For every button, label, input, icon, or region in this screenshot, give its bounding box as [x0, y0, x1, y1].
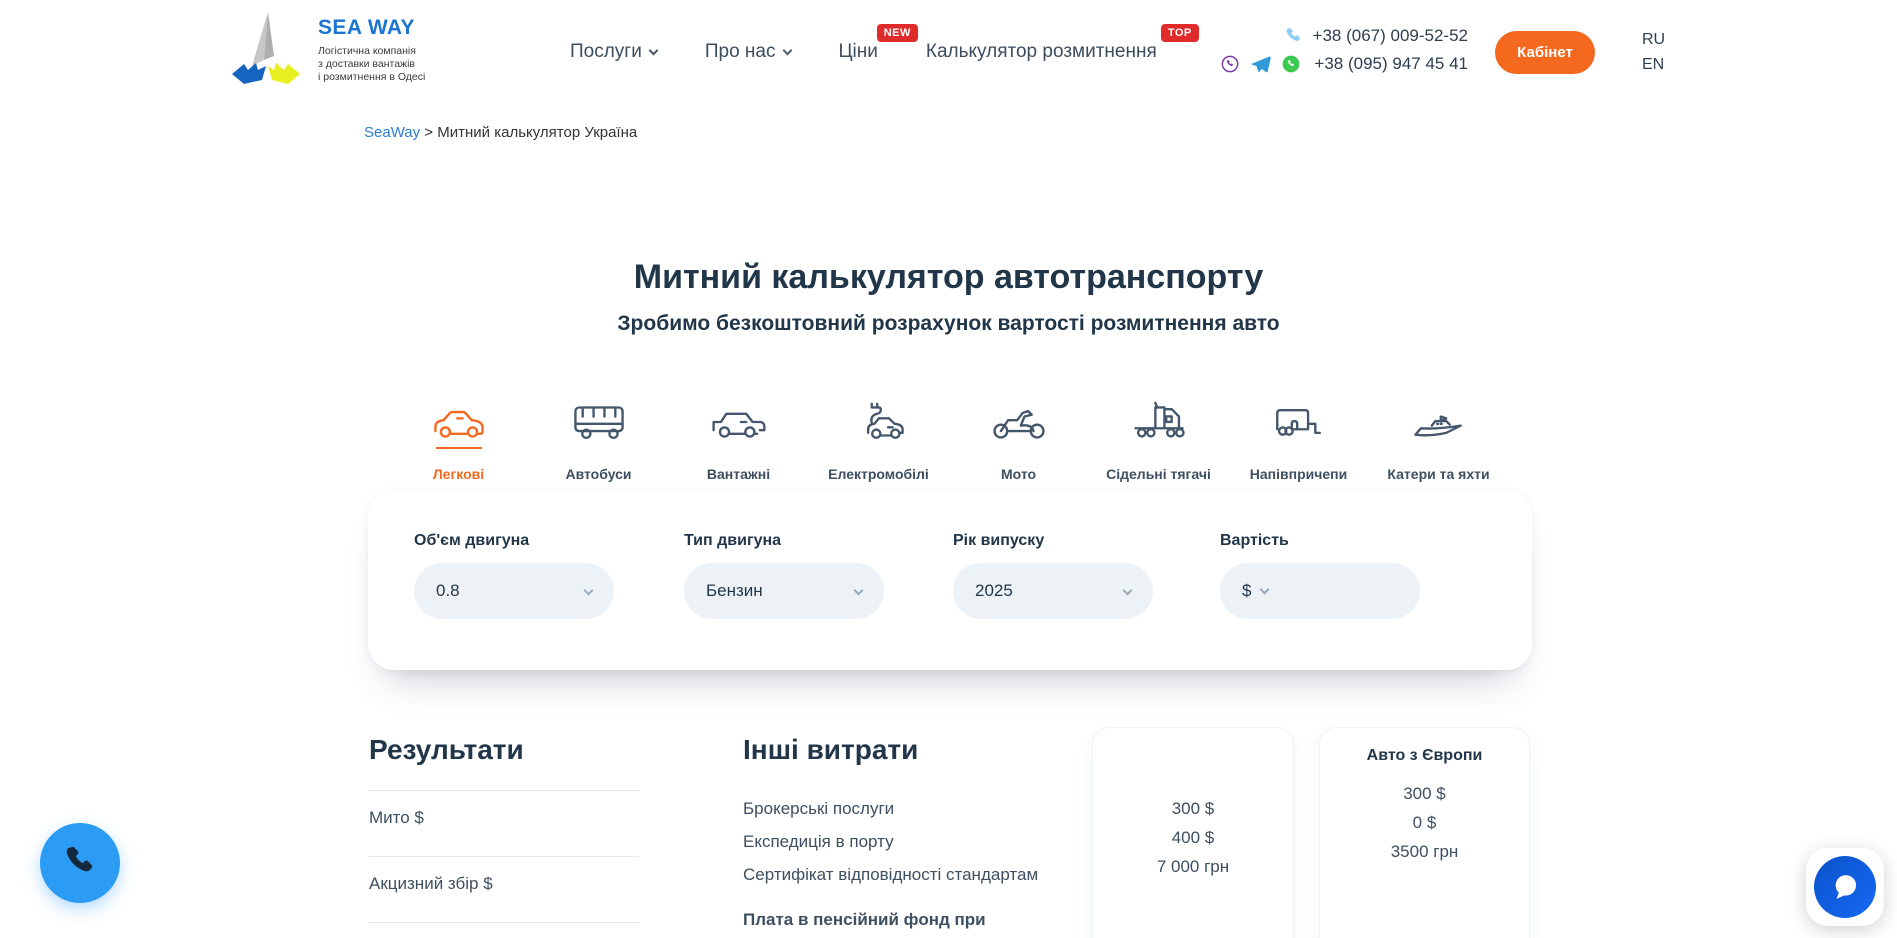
cost-card-title	[1093, 762, 1293, 782]
cost-value: 7 000 грн	[1093, 852, 1293, 881]
nav-item-services[interactable]: Послуги	[570, 41, 657, 63]
page-subtitle: Зробимо безкоштовний розрахунок вартості…	[0, 312, 1897, 336]
chevron-down-icon	[648, 46, 658, 56]
engine-type-label: Тип двигуна	[684, 532, 884, 550]
other-costs-section: Інші витрати Брокерські послуги Експедиц…	[743, 734, 1043, 938]
result-row-excise: Акцизний збір $	[369, 857, 639, 922]
cost-item: Брокерські послуги	[743, 792, 1043, 825]
phone-number-primary[interactable]: +38 (067) 009-52-52	[1313, 26, 1468, 46]
chat-widget-button[interactable]	[1806, 848, 1884, 926]
engine-volume-label: Об'єм двигуна	[414, 532, 614, 550]
bus-icon	[570, 396, 628, 442]
cabinet-button[interactable]: Кабінет	[1495, 31, 1595, 74]
electric-car-icon	[850, 396, 908, 442]
semi-truck-icon	[1130, 396, 1188, 442]
result-row-duty: Мито $	[369, 791, 639, 856]
language-switcher: RU EN	[1642, 27, 1665, 77]
cost-card-europe: Авто з Європи 300 $ 0 $ 3500 грн	[1319, 727, 1530, 938]
chevron-down-icon	[854, 586, 864, 596]
chat-bubble-icon	[1828, 870, 1862, 904]
page-title: Митний калькулятор автотранспорту	[0, 258, 1897, 297]
car-icon	[430, 396, 488, 442]
breadcrumb-home-link[interactable]: SeaWay	[364, 124, 420, 141]
year-select[interactable]: 2025	[953, 563, 1153, 619]
top-badge: TOP	[1161, 24, 1199, 42]
vehicle-type-tabs: Легкові Автобуси Ванта	[0, 396, 1897, 482]
results-title: Результати	[369, 734, 639, 766]
cost-value: 300 $	[1320, 779, 1529, 808]
viber-icon[interactable]	[1220, 54, 1240, 74]
tab-electric-cars[interactable]: Електромобілі	[820, 396, 938, 482]
cost-item-pension-fund: Плата в пенсійний фонд при реєстрації МР…	[743, 906, 1043, 938]
new-badge: NEW	[877, 24, 918, 42]
header-phones: +38 (067) 009-52-52 +38 (095)	[1208, 22, 1468, 78]
yacht-icon	[1410, 396, 1468, 442]
nav-item-about[interactable]: Про нас	[705, 41, 791, 63]
cost-value: 300 $	[1093, 794, 1293, 823]
cost-item: Сертифікат відповідності стандартам	[743, 858, 1043, 891]
tab-cars[interactable]: Легкові	[400, 396, 518, 482]
trailer-icon	[1270, 396, 1328, 442]
cost-label: Вартість	[1220, 532, 1420, 550]
nav-item-customs-calculator[interactable]: Калькулятор розмитнення TOP	[926, 41, 1157, 63]
calculator-form-card: Об'єм двигуна 0.8 Тип двигуна Бензин Рік…	[368, 490, 1532, 670]
results-section: Результати Мито $ Акцизний збір $	[369, 734, 639, 923]
chevron-down-icon	[1123, 586, 1133, 596]
whatsapp-icon[interactable]	[1281, 54, 1301, 74]
cost-value: 0 $	[1320, 808, 1529, 837]
chevron-down-icon	[782, 46, 792, 56]
cost-item: Експедиція в порту	[743, 825, 1043, 858]
main-nav: Послуги Про нас Ціни NEW Калькулятор роз…	[570, 0, 1157, 104]
tab-moto[interactable]: Мото	[960, 396, 1078, 482]
phone-number-secondary[interactable]: +38 (095) 947 45 41	[1314, 54, 1468, 74]
page: SEA WAY Логістична компанія з доставки в…	[0, 0, 1897, 938]
year-label: Рік випуску	[953, 532, 1153, 550]
tab-semi-trucks[interactable]: Сідельні тягачі	[1100, 396, 1218, 482]
cost-currency-input[interactable]: $	[1220, 563, 1420, 619]
header: SEA WAY Логістична компанія з доставки в…	[0, 0, 1897, 104]
phone-icon	[60, 843, 100, 883]
tab-trucks[interactable]: Вантажні	[680, 396, 798, 482]
nav-item-prices[interactable]: Ціни NEW	[839, 41, 878, 63]
cost-value: 3500 грн	[1320, 837, 1529, 866]
phone-icon	[1283, 26, 1304, 47]
lang-ru[interactable]: RU	[1642, 27, 1665, 52]
logo-tagline: Логістична компанія з доставки вантажів …	[318, 45, 425, 84]
call-fab-button[interactable]	[40, 823, 120, 903]
tab-buses[interactable]: Автобуси	[540, 396, 658, 482]
tab-boats-yachts[interactable]: Катери та яхти	[1380, 396, 1498, 482]
motorcycle-icon	[990, 396, 1048, 442]
cost-value: 400 $	[1093, 823, 1293, 852]
lang-en[interactable]: EN	[1642, 52, 1665, 77]
truck-icon	[710, 396, 768, 442]
engine-volume-select[interactable]: 0.8	[414, 563, 614, 619]
chevron-down-icon	[584, 586, 594, 596]
chevron-down-icon	[1260, 585, 1270, 595]
cost-card-europe-title: Авто з Європи	[1320, 747, 1529, 767]
breadcrumb-current: Митний калькулятор Україна	[437, 124, 637, 141]
engine-type-select[interactable]: Бензин	[684, 563, 884, 619]
paper-boat-logo-icon	[228, 8, 304, 92]
other-costs-title: Інші витрати	[743, 734, 1043, 766]
telegram-icon[interactable]	[1250, 54, 1271, 75]
logo-title: SEA WAY	[318, 16, 425, 40]
tab-semi-trailers[interactable]: Напівпричепи	[1240, 396, 1358, 482]
breadcrumb: SeaWay > Митний калькулятор Україна	[364, 124, 637, 141]
cost-card-local: 300 $ 400 $ 7 000 грн	[1092, 727, 1294, 938]
logo[interactable]: SEA WAY Логістична компанія з доставки в…	[228, 8, 425, 92]
